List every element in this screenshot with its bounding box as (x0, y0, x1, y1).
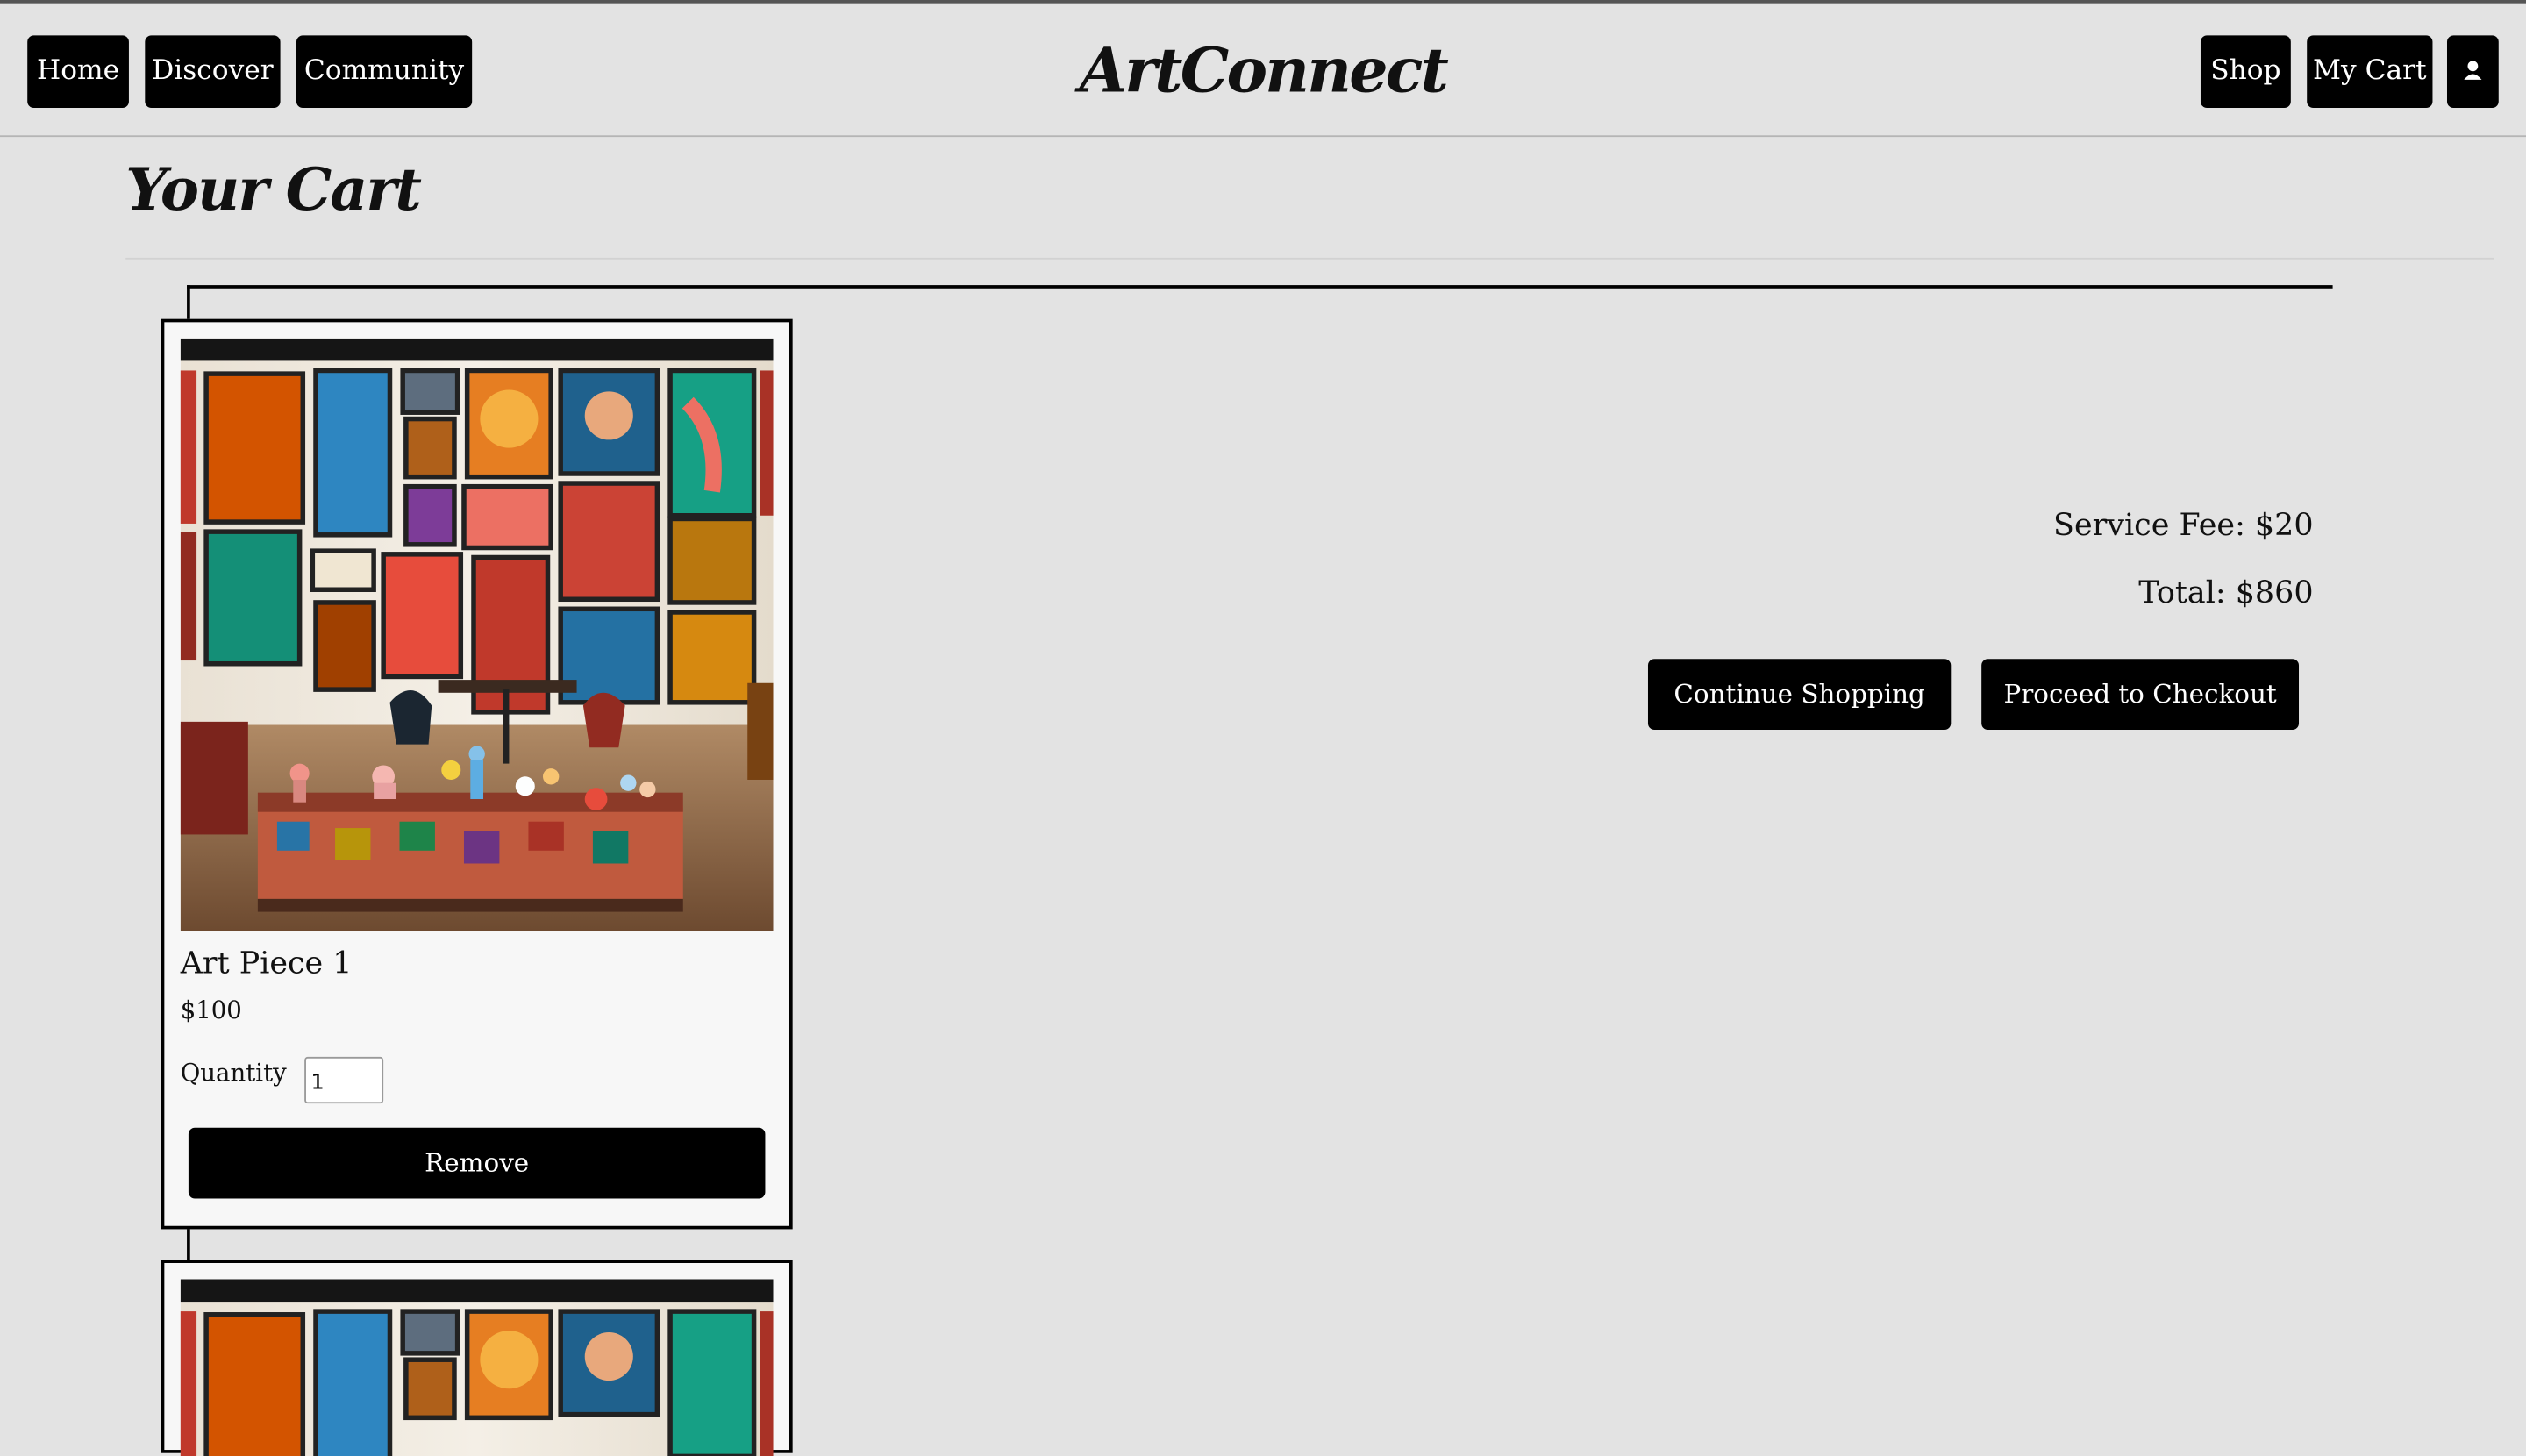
artwork-image (180, 1279, 774, 1456)
cart-item-card: Art Piece 1 $100 Quantity Remove (161, 318, 793, 1230)
page-title: Your Cart (125, 156, 422, 225)
user-icon (2464, 61, 2482, 80)
artwork-price: $100 (180, 996, 242, 1025)
gallery-room-image (180, 1279, 774, 1456)
site-logo[interactable]: ArtConnect (0, 31, 2526, 111)
quantity-label: Quantity (180, 1058, 287, 1088)
cart-total: Total: $860 (2138, 575, 2314, 611)
nav-shop-button[interactable]: Shop (2200, 35, 2291, 109)
top-navbar: Home Discover Community ArtConnect Shop … (0, 0, 2526, 138)
title-divider (125, 257, 2494, 260)
quantity-input[interactable] (304, 1056, 384, 1104)
page: Home Discover Community ArtConnect Shop … (0, 0, 2526, 1456)
nav-my-cart-button[interactable]: My Cart (2307, 35, 2433, 109)
service-fee: Service Fee: $20 (2053, 507, 2314, 543)
gallery-room-image (180, 338, 774, 931)
artwork-name: Art Piece 1 (180, 946, 353, 981)
continue-shopping-button[interactable]: Continue Shopping (1647, 659, 1952, 731)
remove-button[interactable]: Remove (188, 1127, 766, 1199)
cart-list-border (187, 285, 2333, 289)
cart-list-connector (187, 285, 190, 323)
proceed-to-checkout-button[interactable]: Proceed to Checkout (1981, 659, 2300, 731)
profile-button[interactable] (2446, 35, 2499, 109)
cart-item-card (161, 1260, 793, 1456)
artwork-image (180, 338, 774, 931)
cart-list-connector (187, 1225, 190, 1263)
